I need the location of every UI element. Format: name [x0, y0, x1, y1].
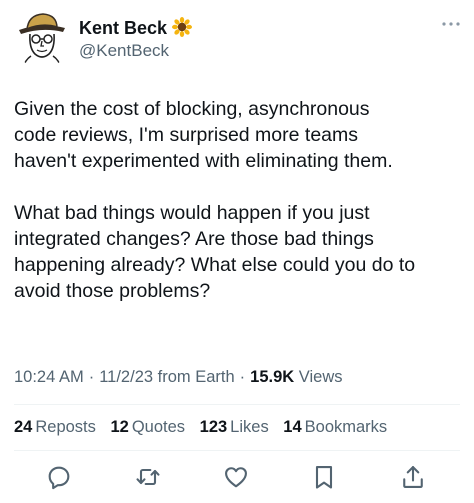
reposts-count: 24 — [14, 418, 33, 436]
author-identity: Kent Beck @KentBeck — [79, 17, 193, 62]
likes-count: 123 — [199, 418, 228, 436]
divider — [14, 404, 460, 405]
engagement-stats: 24 Reposts 12 Quotes 123 Likes 14 Bookmarks — [14, 418, 397, 437]
bookmarks-count: 14 — [283, 418, 302, 436]
action-bar — [0, 463, 474, 495]
quotes-label: Quotes — [131, 418, 186, 436]
tweet-date[interactable]: 11/2/23 — [99, 368, 153, 386]
meta-separator: · — [88, 368, 95, 386]
tweet-header: Kent Beck @KentBeck — [13, 10, 462, 70]
views-count: 15.9K — [250, 368, 295, 386]
tweet-meta: 10:24 AM · 11/2/23 from Earth · 15.9K Views — [14, 368, 343, 387]
tweet-time[interactable]: 10:24 AM — [14, 368, 84, 386]
reply-icon[interactable] — [45, 463, 73, 491]
bookmarks-label: Bookmarks — [304, 418, 388, 436]
quotes-count: 12 — [110, 418, 129, 436]
likes-label: Likes — [230, 418, 269, 436]
more-options-icon[interactable] — [440, 17, 462, 31]
divider — [14, 450, 460, 451]
author-name-row[interactable]: Kent Beck — [79, 17, 193, 39]
likes-stat[interactable]: 123 Likes — [200, 418, 269, 437]
avatar-sketch-icon — [19, 13, 65, 68]
tweet-text: Given the cost of blocking, asynchronous… — [14, 98, 416, 302]
sunflower-icon — [172, 17, 193, 37]
reposts-label: Reposts — [35, 418, 96, 436]
share-icon[interactable] — [399, 463, 427, 491]
avatar[interactable] — [13, 10, 71, 68]
quotes-stat[interactable]: 12 Quotes — [110, 418, 185, 437]
like-icon[interactable] — [222, 463, 250, 491]
meta-separator: · — [239, 368, 246, 386]
author-display-name[interactable]: Kent Beck — [79, 18, 167, 38]
views-label: Views — [298, 368, 343, 386]
author-handle[interactable]: @KentBeck — [79, 40, 192, 62]
tweet-source: from Earth — [157, 368, 235, 386]
bookmark-icon[interactable] — [310, 463, 338, 491]
bookmarks-stat[interactable]: 14 Bookmarks — [283, 418, 387, 437]
reposts-stat[interactable]: 24 Reposts — [14, 418, 96, 437]
repost-icon[interactable] — [134, 463, 162, 491]
